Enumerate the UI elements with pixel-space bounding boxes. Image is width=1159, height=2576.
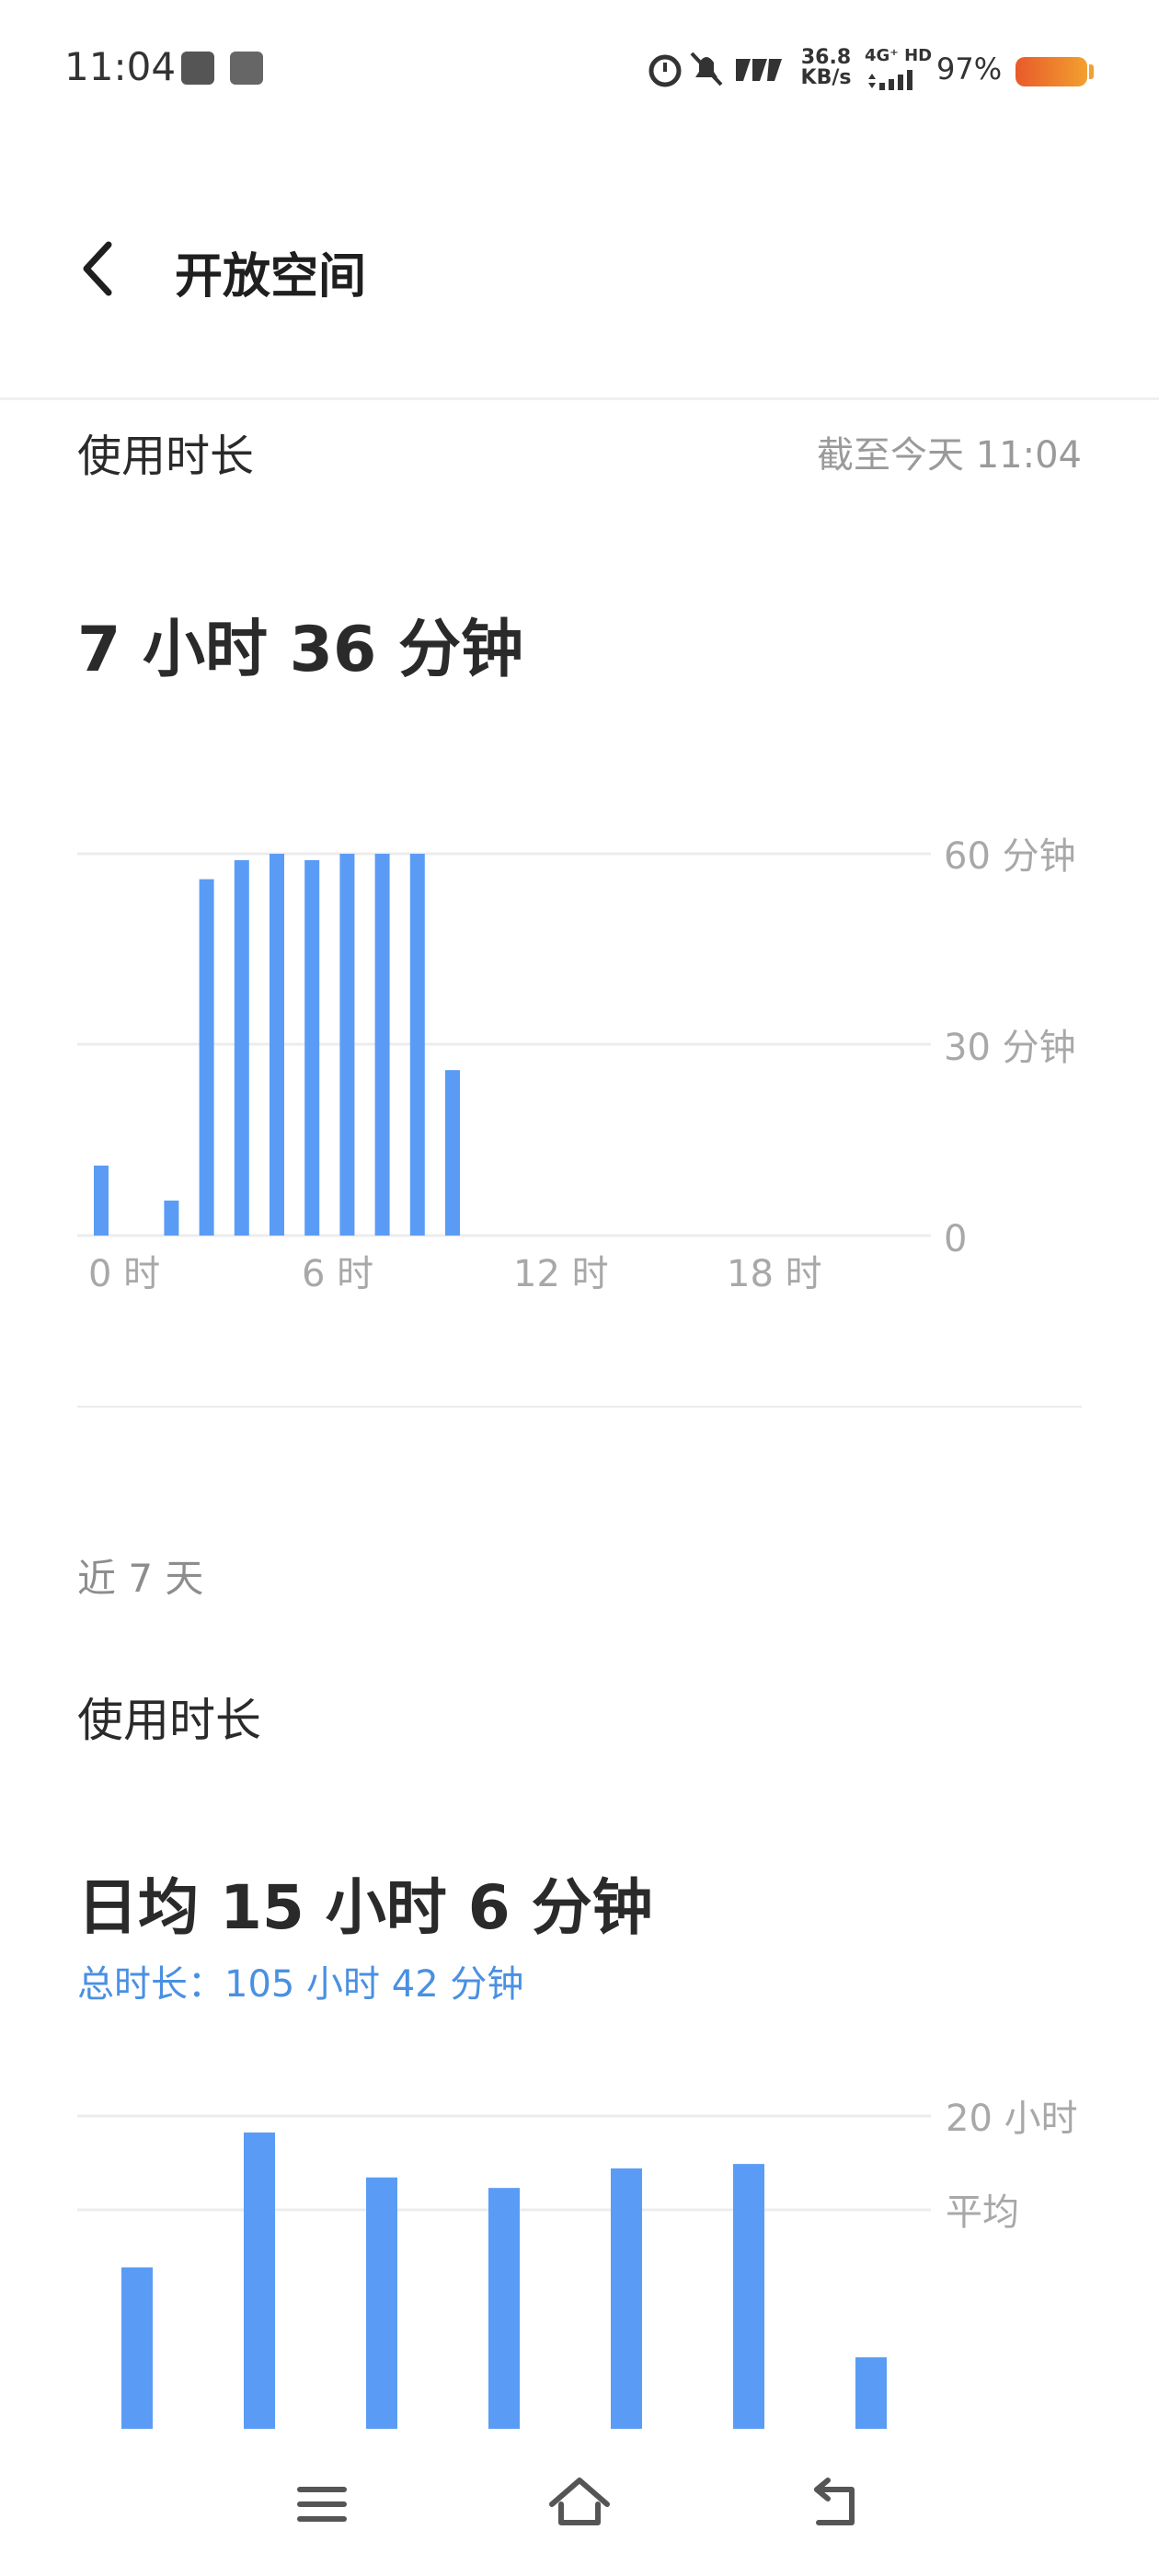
page-title: 开放空间 xyxy=(175,249,367,305)
recent-days-label: 近 7 天 xyxy=(77,1556,204,1601)
battery-icon xyxy=(1016,57,1087,86)
battery-tip xyxy=(1089,64,1094,79)
daily-bar xyxy=(611,2168,642,2447)
x-tick-label: 6 时 xyxy=(302,1253,373,1295)
today-total: 7 小时 36 分钟 xyxy=(77,614,523,686)
home-icon[interactable] xyxy=(543,2467,616,2541)
average-label: 平均 xyxy=(946,2191,1019,2234)
daily-bar xyxy=(121,2267,153,2447)
hourly-bar xyxy=(164,1200,179,1236)
weekly-total: 总时长：105 小时 42 分钟 xyxy=(77,1963,524,2006)
section-divider xyxy=(77,1406,1082,1408)
weekly-usage-label: 使用时长 xyxy=(77,1694,261,1747)
usage-label: 使用时长 xyxy=(77,431,255,482)
net-speed-unit: KB/s xyxy=(800,66,852,89)
weekly-usage-chart: 20 小时 平均 xyxy=(77,2098,1078,2447)
x-tick-label: 18 时 xyxy=(727,1253,822,1295)
daily-bar xyxy=(366,2177,397,2447)
hourly-bar xyxy=(234,859,249,1236)
daily-bar xyxy=(244,2132,275,2447)
hourly-bar xyxy=(199,879,214,1236)
hourly-usage-chart: 60 分钟 30 分钟 0 0 时 6 时 12 时 18 时 xyxy=(77,835,1076,1295)
daily-bar xyxy=(733,2164,764,2447)
x-tick-label: 12 时 xyxy=(513,1253,609,1295)
chevron-left-icon[interactable] xyxy=(74,237,125,300)
status-bar: 11:04 36.8 KB/s 4G⁺ HD 97% xyxy=(0,0,1159,138)
hourly-bar xyxy=(270,854,284,1236)
y-tick-label: 20 小时 xyxy=(946,2098,1078,2140)
mail-icon xyxy=(181,52,214,85)
alarm-icon xyxy=(648,54,682,87)
hourly-bar xyxy=(304,859,320,1236)
hourly-bar xyxy=(339,854,355,1236)
daily-average: 日均 15 小时 6 分钟 xyxy=(77,1872,653,1943)
daily-bar xyxy=(488,2188,520,2447)
signal-bars-icon xyxy=(868,70,912,90)
hourly-bar xyxy=(94,1165,109,1236)
menu-icon[interactable] xyxy=(285,2467,359,2541)
as-of-time: 截至今天 11:04 xyxy=(817,434,1082,477)
net-speed-value: 36.8 xyxy=(800,46,852,69)
net-speed: 36.8 KB/s xyxy=(798,48,854,88)
y-tick-label: 30 分钟 xyxy=(944,1027,1076,1069)
x-tick-label: 0 时 xyxy=(88,1253,160,1295)
hourly-bar xyxy=(445,1070,460,1236)
y-tick-label: 0 xyxy=(944,1218,967,1260)
mute-bell-icon xyxy=(690,52,723,86)
network-type: 4G⁺ HD xyxy=(865,46,933,65)
y-tick-label: 60 分钟 xyxy=(944,835,1076,878)
status-time: 11:04 xyxy=(64,44,177,89)
app-notification-icon xyxy=(230,52,263,85)
back-arrow-icon[interactable] xyxy=(800,2467,874,2541)
hourly-bar xyxy=(374,854,390,1236)
battery-percent: 97% xyxy=(936,52,1003,86)
signal-logo-icon xyxy=(736,59,782,81)
hourly-bar xyxy=(409,854,425,1236)
header-divider xyxy=(0,397,1159,400)
